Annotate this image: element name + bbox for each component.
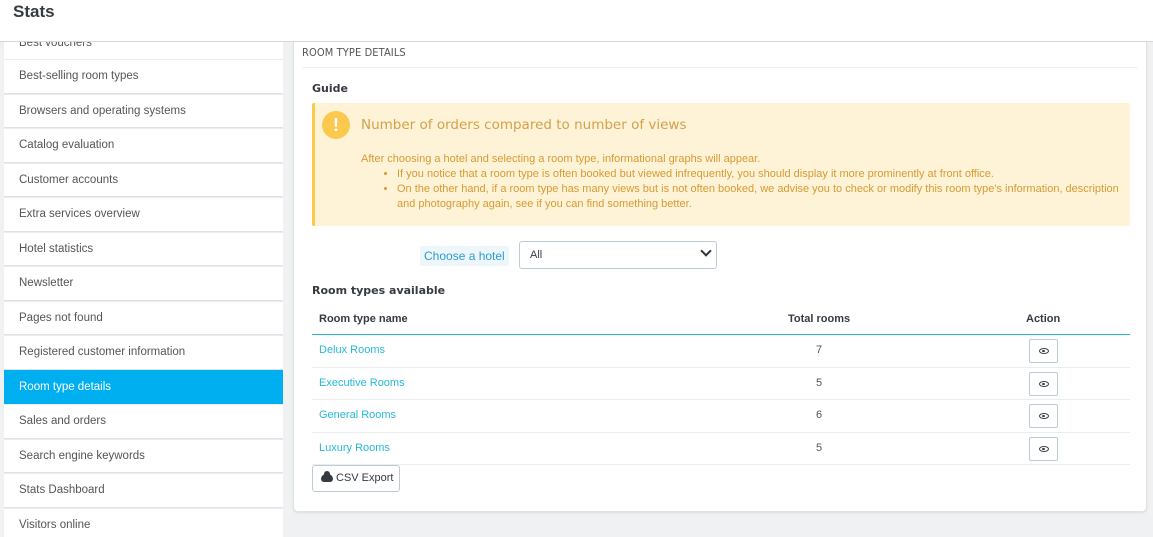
- table-row: Delux Rooms 7: [312, 335, 1130, 368]
- alert-bullet: If you notice that a room type is often …: [397, 167, 1121, 182]
- csv-export-button[interactable]: CSV Export: [312, 465, 400, 492]
- room-type-link[interactable]: Delux Rooms: [319, 344, 385, 356]
- warning-icon: !: [322, 111, 350, 139]
- guide-alert: ! Number of orders compared to number of…: [312, 103, 1130, 226]
- room-types-table: Room type name Total rooms Action Delux …: [312, 305, 1130, 465]
- sidebar-item-best-selling-room-types[interactable]: Best-selling room types: [4, 59, 283, 94]
- stats-sidebar: Best vouchers Best-selling room types Br…: [4, 42, 283, 537]
- view-button[interactable]: [1029, 339, 1058, 363]
- table-row: General Rooms 6: [312, 400, 1130, 433]
- sidebar-item-browsers-os[interactable]: Browsers and operating systems: [4, 93, 283, 128]
- room-types-available-label: Room types available: [312, 284, 446, 297]
- alert-list: If you notice that a room type is often …: [397, 167, 1121, 212]
- total-rooms-value: 7: [815, 344, 823, 356]
- eye-icon: [1039, 413, 1049, 419]
- eye-icon: [1039, 380, 1049, 387]
- column-header-name: Room type name: [319, 313, 408, 325]
- sidebar-item-hotel-statistics[interactable]: Hotel statistics: [4, 231, 283, 266]
- table-row: Executive Rooms 5: [312, 368, 1130, 400]
- top-bar: Stats: [0, 0, 1153, 42]
- sidebar-item-catalog-evaluation[interactable]: Catalog evaluation: [4, 128, 283, 163]
- total-rooms-value: 6: [815, 409, 823, 421]
- chevron-down-icon: [700, 245, 712, 257]
- column-header-total: Total rooms: [788, 313, 851, 325]
- sidebar-item-registered-customer[interactable]: Registered customer information: [4, 335, 283, 370]
- room-type-link[interactable]: Executive Rooms: [319, 377, 405, 389]
- sidebar-item-search-keywords[interactable]: Search engine keywords: [4, 438, 283, 473]
- sidebar-item-stats-dashboard[interactable]: Stats Dashboard: [4, 473, 283, 508]
- sidebar-item-customer-accounts[interactable]: Customer accounts: [4, 162, 283, 197]
- page-title: Stats: [13, 2, 55, 21]
- sidebar-item-sales-orders[interactable]: Sales and orders: [4, 404, 283, 439]
- alert-intro: After choosing a hotel and selecting a r…: [361, 153, 761, 165]
- view-button[interactable]: [1029, 371, 1058, 396]
- sidebar-item-newsletter[interactable]: Newsletter: [4, 266, 283, 301]
- sidebar-item-room-type-details[interactable]: Room type details: [4, 369, 283, 404]
- alert-body: After choosing a hotel and selecting a r…: [361, 152, 1121, 212]
- table-row: Luxury Rooms 5: [312, 433, 1130, 465]
- hotel-select-value: All: [530, 249, 543, 261]
- view-button[interactable]: [1029, 404, 1058, 428]
- table-header: Room type name Total rooms Action: [312, 305, 1130, 335]
- csv-export-label: CSV Export: [336, 472, 394, 484]
- eye-icon: [1039, 348, 1049, 354]
- room-type-link[interactable]: General Rooms: [319, 409, 396, 421]
- total-rooms-value: 5: [815, 376, 823, 389]
- alert-title: Number of orders compared to number of v…: [361, 117, 687, 133]
- total-rooms-value: 5: [815, 441, 823, 454]
- sidebar-item-best-vouchers[interactable]: Best vouchers: [4, 42, 283, 61]
- sidebar-item-visitors-online[interactable]: Visitors online: [4, 507, 283, 537]
- panel-heading: ROOM TYPE DETAILS: [302, 42, 1138, 68]
- cloud-download-icon: [321, 471, 333, 482]
- room-type-details-panel: ROOM TYPE DETAILS Guide ! Number of orde…: [293, 42, 1147, 512]
- alert-bullet: On the other hand, if a room type has ma…: [397, 182, 1121, 212]
- eye-icon: [1039, 445, 1049, 452]
- column-header-action: Action: [1026, 313, 1061, 325]
- sidebar-item-extra-services[interactable]: Extra services overview: [4, 197, 283, 232]
- sidebar-item-pages-not-found[interactable]: Pages not found: [4, 300, 283, 335]
- guide-label: Guide: [312, 82, 348, 95]
- view-button[interactable]: [1029, 436, 1058, 461]
- room-type-link[interactable]: Luxury Rooms: [319, 442, 390, 454]
- hotel-select[interactable]: All: [519, 241, 717, 269]
- choose-hotel-label: Choose a hotel: [420, 246, 509, 266]
